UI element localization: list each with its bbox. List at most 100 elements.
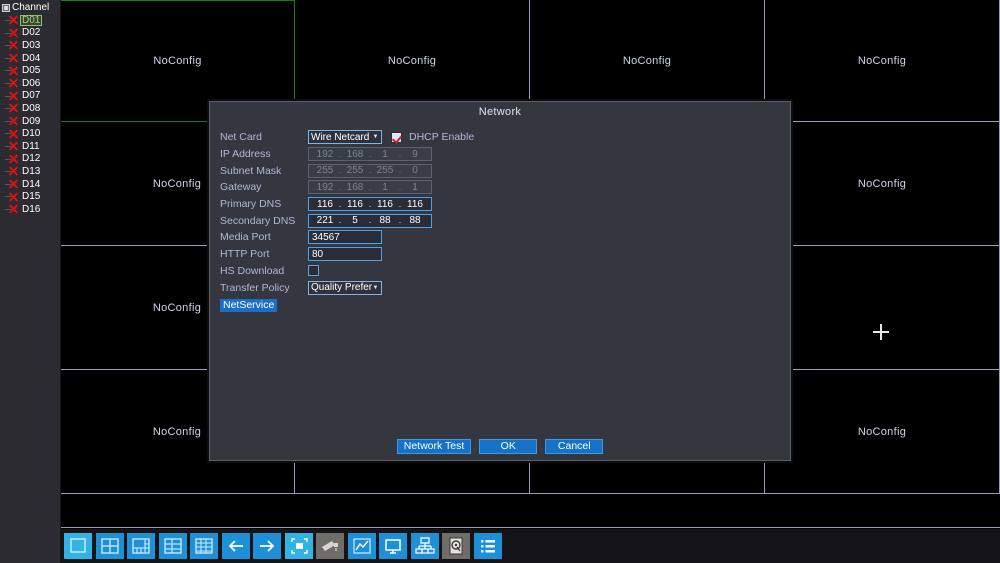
toolbar-hdd-info-button[interactable] <box>442 533 470 559</box>
netservice-link[interactable]: NetService <box>220 298 278 312</box>
video-cell[interactable]: NoConfig <box>765 0 1000 122</box>
channel-item-d13[interactable]: D13 <box>0 165 60 178</box>
channel-item-d14[interactable]: D14 <box>0 178 60 191</box>
ip-octet[interactable]: 255 <box>372 165 398 176</box>
toolbar-view-eight-button[interactable] <box>158 533 187 559</box>
channel-item-d12[interactable]: D12 <box>0 153 60 166</box>
toolbar-view-six-button[interactable] <box>127 533 155 559</box>
hs-download-checkbox[interactable] <box>308 265 319 277</box>
ip-octet[interactable]: 116 <box>342 199 368 210</box>
channel-item-d08[interactable]: D08 <box>0 102 60 115</box>
toolbar-view-single-button[interactable] <box>64 533 92 559</box>
channel-item-d02[interactable]: D02 <box>0 27 60 40</box>
channel-disconnected-icon <box>8 191 19 202</box>
ip-separator: . <box>338 165 342 176</box>
row-secondary-dns: Secondary DNS 221. 5. 88. 88 <box>220 212 780 229</box>
toolbar-main-menu-button[interactable] <box>473 533 502 559</box>
ip-octet[interactable]: 192 <box>312 149 338 160</box>
six-pane-icon <box>127 533 155 559</box>
channel-name-label: D02 <box>22 27 41 39</box>
toolbar-prev-page-button[interactable] <box>221 533 250 559</box>
row-net-card: Net Card Wire Netcard ▼ DHCP Enable <box>220 129 780 146</box>
chevron-down-icon: ▼ <box>372 134 379 141</box>
channel-item-d10[interactable]: D10 <box>0 127 60 140</box>
ip-octet[interactable]: 255 <box>342 165 368 176</box>
ip-octet[interactable]: 1 <box>372 149 398 160</box>
ip-separator: . <box>368 181 372 192</box>
ip-octet[interactable]: 88 <box>372 215 398 226</box>
channel-item-d06[interactable]: D06 <box>0 77 60 90</box>
ip-octet[interactable]: 5 <box>342 215 368 226</box>
http-port-input[interactable]: 80 <box>308 247 382 262</box>
dhcp-enable-checkbox[interactable] <box>391 131 402 143</box>
channel-item-d05[interactable]: D05 <box>0 64 60 77</box>
ip-separator: . <box>338 181 342 192</box>
ip-octet[interactable]: 116 <box>372 199 398 210</box>
ip-separator: . <box>368 215 372 226</box>
video-cell[interactable]: NoConfig <box>765 122 1000 246</box>
transfer-policy-select[interactable]: Quality Prefer ▼ <box>308 280 382 295</box>
channel-disconnected-icon <box>8 179 19 190</box>
list-icon <box>474 533 502 559</box>
channel-item-d03[interactable]: D03 <box>0 39 60 52</box>
channel-item-d15[interactable]: D15 <box>0 190 60 203</box>
toolbar-output-adjust-button[interactable] <box>379 533 407 559</box>
channel-item-d11[interactable]: D11 <box>0 140 60 153</box>
primary-dns-input[interactable]: 116. 116. 116. 116 <box>308 197 432 212</box>
channel-item-d09[interactable]: D09 <box>0 115 60 128</box>
channel-disconnected-icon <box>8 27 19 38</box>
toolbar-ptz-camera-button[interactable] <box>316 533 344 559</box>
ip-octet[interactable]: 1 <box>372 182 398 193</box>
gateway-label: Gateway <box>220 181 262 194</box>
toolbar-view-quad-button[interactable] <box>95 533 124 559</box>
arrow-left-icon <box>222 533 250 559</box>
video-cell-status: NoConfig <box>857 425 907 438</box>
channel-name-label: D16 <box>22 203 41 215</box>
ip-octet[interactable]: 116 <box>402 199 428 210</box>
toolbar-view-nine-button[interactable] <box>190 533 218 559</box>
network-test-button[interactable]: Network Test <box>396 439 472 454</box>
ip-address-input[interactable]: 192. 168. 1. 9 <box>308 147 432 162</box>
channel-item-d16[interactable]: D16 <box>0 203 60 216</box>
ip-address-label: IP Address <box>220 148 271 161</box>
channel-disconnected-icon <box>8 141 19 152</box>
row-http-port: HTTP Port 80 <box>220 246 780 263</box>
ip-octet[interactable]: 0 <box>402 165 428 176</box>
secondary-dns-input[interactable]: 221. 5. 88. 88 <box>308 213 432 228</box>
cancel-button[interactable]: Cancel <box>545 439 604 454</box>
ip-octet[interactable]: 9 <box>402 149 428 160</box>
video-cell[interactable] <box>765 246 1000 370</box>
channel-item-d04[interactable]: D04 <box>0 52 60 65</box>
channel-item-d07[interactable]: D07 <box>0 90 60 103</box>
net-card-value: Wire Netcard <box>311 131 370 143</box>
toolbar-next-page-button[interactable] <box>253 533 281 559</box>
ok-button[interactable]: OK <box>479 439 538 454</box>
channel-item-d01[interactable]: D01 <box>0 14 60 27</box>
ip-octet[interactable]: 1 <box>402 182 428 193</box>
ip-octet[interactable]: 255 <box>312 165 338 176</box>
media-port-input[interactable]: 34567 <box>308 230 382 245</box>
video-cell-status: NoConfig <box>857 177 907 190</box>
subnet-mask-input[interactable]: 255. 255. 255. 0 <box>308 163 432 178</box>
panel-collapse-icon[interactable] <box>2 3 10 12</box>
channel-name-label: D15 <box>22 191 41 203</box>
dvr-screen: NoConfig NoConfig NoConfig NoConfig NoConfig… <box>0 0 1000 563</box>
video-cell-status: NoConfig <box>152 425 202 438</box>
media-port-label: Media Port <box>220 231 271 244</box>
ip-octet[interactable]: 168 <box>342 182 368 193</box>
ip-octet[interactable]: 168 <box>342 149 368 160</box>
ip-octet[interactable]: 88 <box>402 215 428 226</box>
subnet-mask-label: Subnet Mask <box>220 164 282 177</box>
toolbar-network-config-button[interactable] <box>410 533 439 559</box>
ip-octet[interactable]: 221 <box>312 215 338 226</box>
video-cell[interactable]: NoConfig <box>765 370 1000 494</box>
channel-name-label: D03 <box>22 39 41 51</box>
transfer-policy-label: Transfer Policy <box>220 281 290 294</box>
toolbar-fullscreen-button[interactable] <box>284 533 313 559</box>
ip-octet[interactable]: 192 <box>312 182 338 193</box>
single-pane-icon <box>64 533 92 559</box>
net-card-select[interactable]: Wire Netcard ▼ <box>308 130 382 145</box>
toolbar-color-adjust-button[interactable] <box>347 533 376 559</box>
ip-octet[interactable]: 116 <box>312 199 338 210</box>
gateway-input[interactable]: 192. 168. 1. 1 <box>308 180 432 195</box>
